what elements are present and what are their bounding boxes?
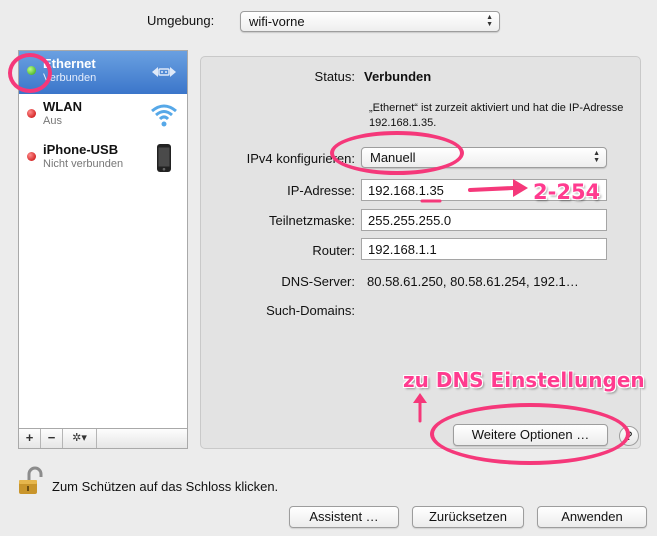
annotation-arrow-dns — [413, 393, 427, 423]
status-description: „Ethernet“ ist zurzeit aktiviert und hat… — [369, 102, 624, 129]
status-dot-icon — [27, 109, 36, 118]
service-status: Nicht verbunden — [43, 158, 124, 170]
assistant-button[interactable]: Assistent … — [289, 506, 399, 528]
service-list: Ethernet Verbunden WLAN Aus iPhone-USB N… — [18, 50, 188, 429]
search-domains-label: Such-Domains: — [266, 303, 355, 318]
lock-icon[interactable] — [17, 466, 43, 496]
subnet-label: Teilnetzmaske: — [269, 213, 355, 228]
service-status: Aus — [43, 115, 62, 127]
annotation-circle-more-options — [430, 403, 630, 465]
remove-service-button[interactable]: − — [41, 429, 63, 448]
gear-menu-button[interactable]: ✲▾ — [63, 429, 97, 448]
popup-arrows-icon: ▲ ▼ — [593, 150, 600, 164]
location-label: Umgebung: — [147, 13, 215, 28]
service-item-iphone-usb[interactable]: iPhone-USB Nicht verbunden — [19, 137, 187, 180]
service-name: iPhone-USB — [43, 142, 119, 157]
status-label: Status: — [314, 69, 355, 84]
status-value: Verbunden — [364, 69, 432, 84]
location-value: wifi-vorne — [249, 14, 305, 29]
subnet-field[interactable]: 255.255.255.0 — [361, 209, 607, 231]
apply-button[interactable]: Anwenden — [537, 506, 647, 528]
service-list-toolbar: + − ✲▾ — [18, 429, 188, 449]
annotation-circle-ethernet — [8, 53, 52, 93]
revert-button[interactable]: Zurücksetzen — [412, 506, 524, 528]
service-item-wlan[interactable]: WLAN Aus — [19, 94, 187, 137]
lock-hint: Zum Schützen auf das Schloss klicken. — [52, 479, 279, 494]
ethernet-arrows-icon — [152, 67, 176, 77]
annotation-arrow-ip — [420, 179, 528, 203]
location-popup[interactable]: wifi-vorne ▲ ▼ — [240, 11, 500, 32]
wifi-icon — [151, 104, 177, 127]
router-field[interactable]: 192.168.1.1 — [361, 238, 607, 260]
add-service-button[interactable]: + — [19, 429, 41, 448]
annotation-circle-ipv4 — [330, 131, 464, 175]
annotation-dns-hint: zu DNS Einstellungen — [403, 368, 645, 392]
dns-server-value: 80.58.61.250, 80.58.61.254, 192.1… — [367, 274, 579, 289]
service-name: WLAN — [43, 99, 82, 114]
dns-server-label: DNS-Server: — [281, 274, 355, 289]
ip-address-label: IP-Adresse: — [287, 183, 355, 198]
popup-arrows-icon: ▲ ▼ — [486, 14, 493, 28]
annotation-ip-range: 2-254 — [533, 180, 601, 204]
iphone-icon — [157, 144, 171, 172]
router-label: Router: — [312, 243, 355, 258]
status-dot-icon — [27, 152, 36, 161]
